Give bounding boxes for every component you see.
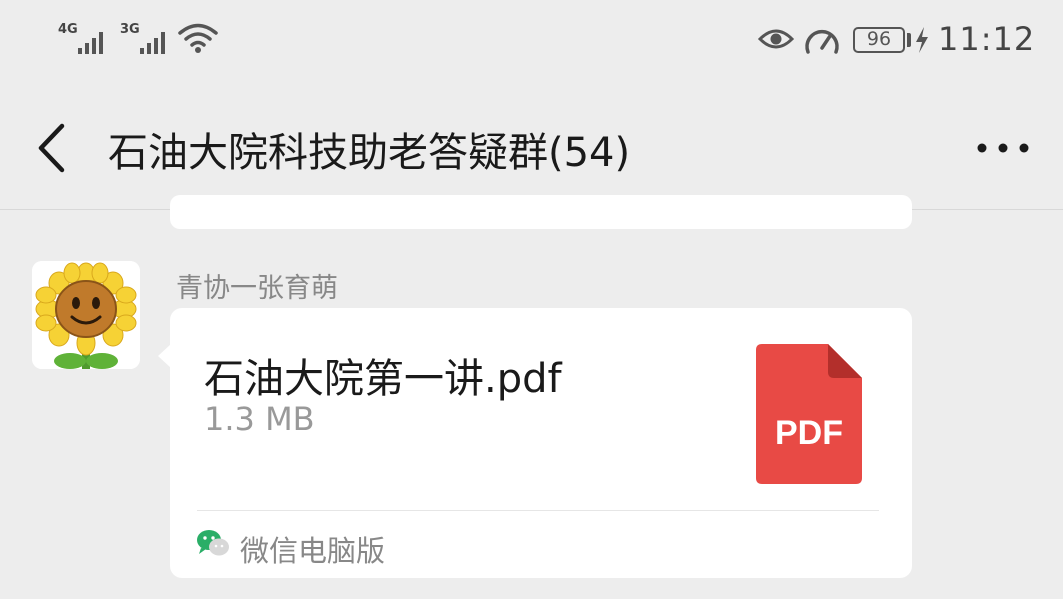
more-button[interactable] (968, 130, 1038, 166)
network-type-4g: 4G (58, 22, 78, 37)
back-icon (38, 123, 65, 173)
battery-icon: 96 (853, 27, 905, 53)
card-divider (197, 510, 879, 511)
previous-message-bubble[interactable] (170, 195, 912, 229)
pdf-label: PDF (775, 414, 843, 452)
status-bar: 4G 3G 96 11:12 (0, 0, 1063, 80)
wechat-icon (197, 530, 229, 556)
wifi-icon (178, 23, 218, 53)
network-type-3g: 3G (120, 22, 140, 37)
file-name: 石油大院第一讲.pdf (204, 356, 562, 402)
signal-icon (140, 32, 165, 54)
battery-cap (907, 33, 911, 47)
signal-icon (78, 32, 103, 54)
sunflower-avatar-icon (32, 261, 140, 369)
clock: 11:12 (938, 20, 1036, 58)
eye-icon (758, 29, 794, 49)
avatar[interactable] (32, 261, 140, 369)
source-label: 微信电脑版 (240, 534, 386, 568)
chat-title: 石油大院科技助老答疑群(54) (108, 130, 631, 176)
speed-icon (805, 29, 839, 54)
file-message-card[interactable]: 石油大院第一讲.pdf 1.3 MB PDF 微信电脑版 (170, 308, 912, 578)
chat-header: 石油大院科技助老答疑群(54) (0, 90, 1063, 210)
pdf-file-icon: PDF (756, 344, 862, 484)
chat-screen: 4G 3G 96 11:12 石油大院科技助老答疑群(54) 青协一张育萌 石油… (0, 0, 1063, 599)
more-icon (977, 143, 1029, 153)
sender-name: 青协一张育萌 (176, 273, 338, 304)
file-size: 1.3 MB (204, 400, 315, 438)
charging-icon (916, 27, 928, 53)
battery-level: 96 (866, 28, 892, 50)
back-button[interactable] (24, 116, 80, 176)
